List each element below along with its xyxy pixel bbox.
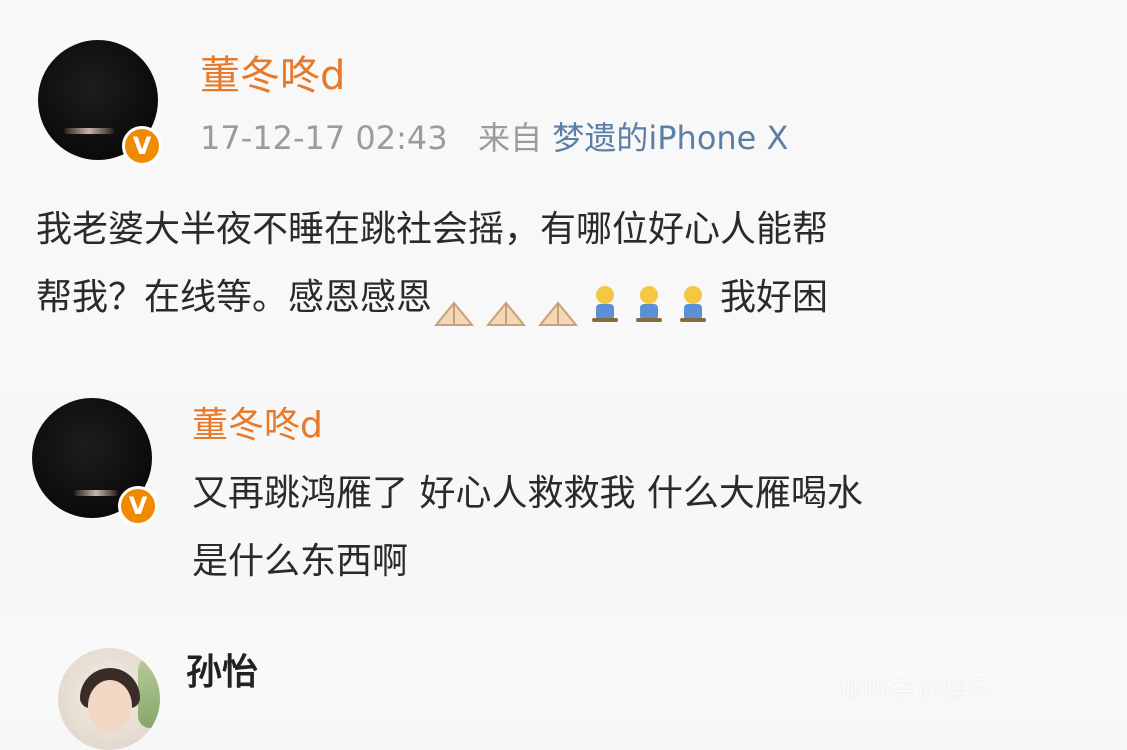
post-source[interactable]: 梦遗的iPhone X xyxy=(552,119,788,157)
verified-badge-label: V xyxy=(132,132,152,160)
reply-text-line-1: 又再跳鸿雁了 好心人救救我 什么大雁喝水 xyxy=(192,473,863,514)
avatar-face xyxy=(88,680,132,732)
reply-author-name[interactable]: 董冬咚d xyxy=(192,408,323,444)
avatar-plant xyxy=(138,658,160,728)
avatar[interactable]: V xyxy=(32,398,158,526)
sleepy-emoji xyxy=(632,279,666,322)
verified-badge-label: V xyxy=(128,492,148,520)
post-timestamp: 17-12-17 02:43 xyxy=(200,119,448,157)
verified-v-icon: V xyxy=(118,486,158,526)
post-content: 我老婆大半夜不睡在跳社会摇，有哪位好心人能帮 帮我？在线等。感恩感恩 我好困 xyxy=(36,196,1096,332)
pray-hands-emoji xyxy=(432,284,476,326)
post-author-name[interactable]: 董冬咚d xyxy=(200,56,345,96)
weibo-post: V 董冬咚d 17-12-17 02:43 来自 梦遗的iPhone X 我老婆… xyxy=(0,0,1127,390)
post-from-prefix: 来自 xyxy=(478,119,543,157)
watermark: / 咖啡杂谈娱乐 xyxy=(820,676,994,706)
sleepy-emoji xyxy=(676,279,710,322)
reply-text-line-2: 是什么东西啊 xyxy=(192,541,409,582)
pray-hands-emoji xyxy=(484,284,528,326)
avatar-glint xyxy=(64,128,114,134)
post-text-line-2-text: 帮我？在线等。感恩感恩 xyxy=(36,277,433,318)
avatar[interactable] xyxy=(58,648,160,750)
pray-hands-emoji xyxy=(536,284,580,326)
post-text-line-2: 帮我？在线等。感恩感恩 我好困 xyxy=(36,264,1096,332)
post-text-tail: 我好困 xyxy=(720,277,829,318)
sleepy-emoji xyxy=(588,279,622,322)
post-meta: 17-12-17 02:43 来自 梦遗的iPhone X xyxy=(200,122,788,154)
verified-v-icon: V xyxy=(122,126,162,166)
avatar-glint xyxy=(74,490,118,496)
reply2-author-name[interactable]: 孙怡 xyxy=(186,655,258,691)
comment-reply: V 董冬咚d 又再跳鸿雁了 好心人救救我 什么大雁喝水 是什么东西啊 xyxy=(0,390,1127,615)
avatar[interactable]: V xyxy=(38,40,162,166)
post-text-line-1: 我老婆大半夜不睡在跳社会摇，有哪位好心人能帮 xyxy=(36,209,829,250)
reply-content: 又再跳鸿雁了 好心人救救我 什么大雁喝水 是什么东西啊 xyxy=(192,460,1112,596)
